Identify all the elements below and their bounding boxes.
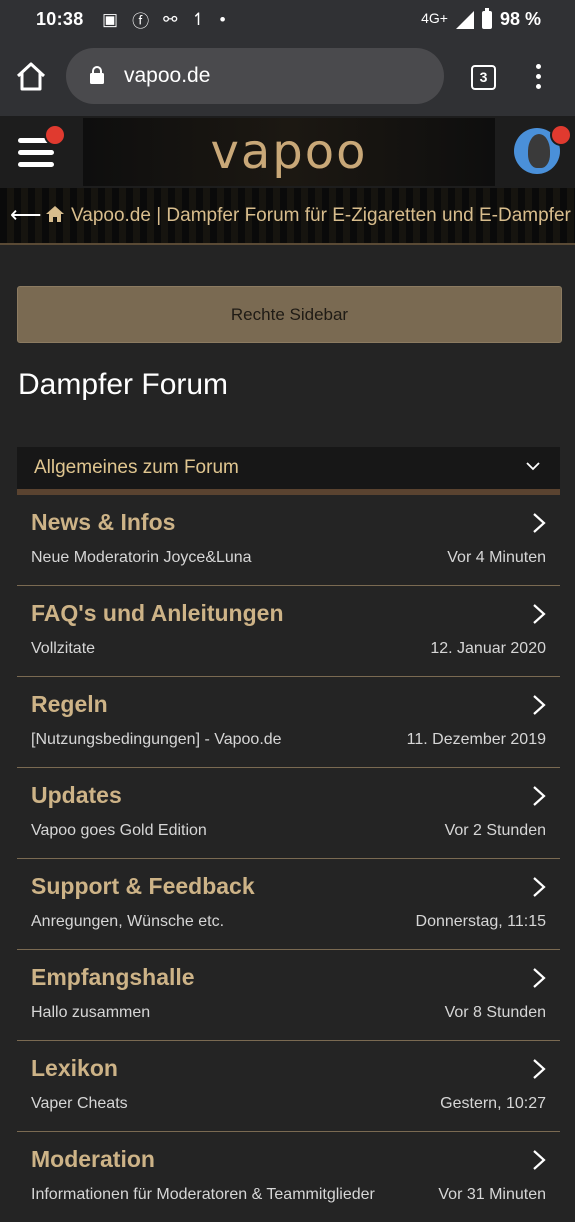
browser-menu-icon[interactable]	[536, 64, 542, 90]
last-post-link[interactable]: Vapoo goes Gold Edition	[31, 822, 207, 840]
forum-title[interactable]: Empfangshalle	[31, 964, 195, 991]
chevron-right-icon[interactable]	[532, 512, 546, 534]
chevron-right-icon[interactable]	[532, 603, 546, 625]
forum-row[interactable]: FAQ's und Anleitungen Vollzitate 12. Jan…	[17, 586, 560, 677]
status-time: 10:38	[36, 9, 84, 29]
category-header[interactable]: Allgemeines zum Forum	[17, 447, 560, 495]
menu-notification-badge	[44, 124, 66, 146]
forum-title[interactable]: News & Infos	[31, 509, 175, 536]
avatar-notification-badge	[550, 124, 572, 146]
last-post-link[interactable]: Neue Moderatorin Joyce&Luna	[31, 549, 252, 567]
chevron-right-icon[interactable]	[532, 1149, 546, 1171]
last-post-time: Vor 2 Stunden	[444, 822, 546, 839]
last-post-time: 12. Januar 2020	[430, 640, 546, 657]
page-title: Dampfer Forum	[18, 368, 229, 401]
forum-title[interactable]: FAQ's und Anleitungen	[31, 600, 284, 627]
last-post-time: Vor 31 Minuten	[438, 1186, 546, 1203]
forum-row[interactable]: Empfangshalle Hallo zusammen Vor 8 Stund…	[17, 950, 560, 1041]
forum-list: News & Infos Neue Moderatorin Joyce&Luna…	[17, 495, 560, 1222]
url-text: vapoo.de	[124, 64, 211, 87]
chevron-right-icon[interactable]	[532, 1058, 546, 1080]
home-icon[interactable]	[14, 60, 48, 94]
logo-text: vapoo	[210, 124, 368, 180]
forum-row[interactable]: Updates Vapoo goes Gold Edition Vor 2 St…	[17, 768, 560, 859]
forum-row[interactable]: Lexikon Vaper Cheats Gestern, 10:27	[17, 1041, 560, 1132]
right-sidebar-button[interactable]: Rechte Sidebar	[17, 286, 562, 343]
last-post-link[interactable]: [Nutzungsbedingungen] - Vapoo.de	[31, 731, 282, 749]
category-title[interactable]: Allgemeines zum Forum	[34, 457, 239, 479]
forum-title[interactable]: Support & Feedback	[31, 873, 255, 900]
breadcrumb-home-icon[interactable]	[45, 205, 65, 223]
lock-icon	[90, 66, 104, 84]
chevron-right-icon[interactable]	[532, 876, 546, 898]
last-post-time: Donnerstag, 11:15	[415, 913, 546, 930]
last-post-time: Vor 8 Stunden	[444, 1004, 546, 1021]
notification-icons: ▣ ⓕ ⚯ ↿ •	[102, 7, 226, 32]
wifi-call-icon: ↿	[191, 9, 206, 29]
last-post-link[interactable]: Informationen für Moderatoren & Teammitg…	[31, 1186, 375, 1204]
last-post-time: 11. Dezember 2019	[406, 731, 546, 748]
forum-row[interactable]: Moderation Informationen für Moderatoren…	[17, 1132, 560, 1222]
battery-percent: 98 %	[499, 9, 541, 29]
browser-toolbar: vapoo.de 3	[0, 38, 575, 116]
chevron-right-icon[interactable]	[532, 967, 546, 989]
forum-title[interactable]: Updates	[31, 782, 122, 809]
forum-title[interactable]: Regeln	[31, 691, 108, 718]
address-bar[interactable]: vapoo.de	[66, 48, 444, 104]
dot-icon: •	[219, 9, 226, 29]
tab-switcher-button[interactable]: 3	[471, 65, 496, 90]
facebook-icon: ⓕ	[132, 12, 150, 31]
site-header: vapoo	[0, 116, 575, 188]
last-post-link[interactable]: Anregungen, Wünsche etc.	[31, 913, 224, 931]
last-post-time: Gestern, 10:27	[440, 1095, 546, 1112]
last-post-time: Vor 4 Minuten	[447, 549, 546, 566]
image-icon: ▣	[102, 9, 119, 29]
status-bar: 10:38 ▣ ⓕ ⚯ ↿ • 4G+ 98 %	[0, 0, 575, 38]
chevron-down-icon[interactable]	[526, 459, 540, 473]
signal-icon	[455, 10, 474, 29]
site-logo[interactable]: vapoo	[83, 118, 495, 186]
battery-icon	[481, 7, 492, 29]
forum-row[interactable]: Support & Feedback Anregungen, Wünsche e…	[17, 859, 560, 950]
share-icon: ⚯	[163, 9, 178, 29]
forum-title[interactable]: Moderation	[31, 1146, 155, 1173]
breadcrumb-link[interactable]: Vapoo.de | Dampfer Forum für E-Zigarette…	[71, 205, 571, 227]
forum-row[interactable]: Regeln [Nutzungsbedingungen] - Vapoo.de …	[17, 677, 560, 768]
last-post-link[interactable]: Vaper Cheats	[31, 1095, 128, 1113]
forum-row[interactable]: News & Infos Neue Moderatorin Joyce&Luna…	[17, 495, 560, 586]
forum-title[interactable]: Lexikon	[31, 1055, 118, 1082]
chevron-right-icon[interactable]	[532, 785, 546, 807]
last-post-link[interactable]: Vollzitate	[31, 640, 95, 658]
network-type: 4G+	[421, 9, 448, 26]
last-post-link[interactable]: Hallo zusammen	[31, 1004, 150, 1022]
chevron-right-icon[interactable]	[532, 694, 546, 716]
back-arrow-icon[interactable]: ⟵	[10, 202, 42, 228]
breadcrumb: ⟵ Vapoo.de | Dampfer Forum für E-Zigaret…	[0, 188, 575, 245]
